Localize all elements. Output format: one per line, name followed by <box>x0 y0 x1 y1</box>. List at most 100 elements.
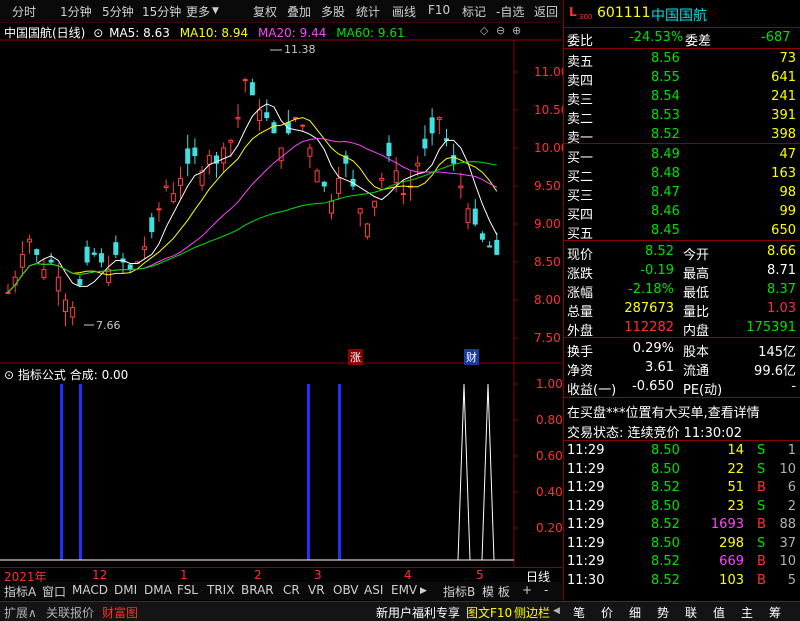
more-dropdown-icon[interactable]: ▼ <box>212 6 219 16</box>
wealth-chart-button[interactable]: 财富图 <box>102 604 138 621</box>
kline-chart-area[interactable]: 中国国航(日线) ⊙ MA5: 8.63 MA10: 8.94 MA20: 9.… <box>0 22 568 568</box>
ask-row[interactable]: 卖二 8.53 391 <box>563 107 800 127</box>
statistics-button[interactable]: 统计 <box>356 3 380 20</box>
tab-dmi[interactable]: DMI <box>114 583 137 597</box>
candle-body <box>178 177 184 186</box>
candle-body <box>321 181 327 187</box>
overlay-button[interactable]: 叠加 <box>287 3 311 20</box>
l-badge-icon: L <box>569 5 577 19</box>
price-tick: 8.50 <box>534 255 561 269</box>
tick-detail-button[interactable]: 笔 <box>573 604 585 621</box>
bid-row[interactable]: 买五 8.45 650 <box>563 222 800 242</box>
indicator-tick: 0.20 <box>536 521 563 535</box>
tab-cr[interactable]: CR <box>283 583 300 597</box>
candle-body <box>142 246 148 250</box>
tick-row: 11:29 8.52 669 B 10 <box>567 554 796 569</box>
value-button[interactable]: 值 <box>713 604 725 621</box>
main-force-button[interactable]: 主 <box>741 604 753 621</box>
mark-button[interactable]: 标记 <box>462 3 486 20</box>
quote-stat-row: 涨幅 -2.18% 最低 8.37 <box>567 282 796 301</box>
tick-row: 11:29 8.52 1693 B 88 <box>567 517 796 532</box>
indicator-signal-line <box>457 383 471 561</box>
f10-text-button[interactable]: 图文F10 <box>466 604 512 621</box>
candle-body <box>113 242 119 255</box>
tab-asi[interactable]: ASI <box>364 583 383 597</box>
order-ratio-row: 委比 -24.53% 委差 -687 <box>567 30 791 49</box>
trend-button[interactable]: 势 <box>657 604 669 621</box>
ask-row[interactable]: 卖四 8.55 641 <box>563 69 800 89</box>
zoom-out-button[interactable]: - <box>544 583 548 597</box>
sidebar-button[interactable]: 侧边栏 <box>514 604 550 621</box>
multi-stock-button[interactable]: 多股 <box>321 3 345 20</box>
related-quote-button[interactable]: 关联报价 <box>46 604 94 621</box>
f10-button[interactable]: F10 <box>428 3 450 17</box>
ask-row[interactable]: 卖五 8.56 73 <box>563 50 800 70</box>
tab-5min[interactable]: 5分钟 <box>102 3 134 20</box>
expand-button[interactable]: 扩展∧ <box>4 604 37 621</box>
candle-body <box>372 200 378 208</box>
sidebar-arrow-icon[interactable]: ◀ <box>553 606 560 616</box>
bid-row[interactable]: 买四 8.46 99 <box>563 203 800 223</box>
ask-row[interactable]: 卖三 8.54 241 <box>563 88 800 108</box>
candle-body <box>27 238 33 243</box>
bid-row[interactable]: 买一 8.49 47 <box>563 146 800 166</box>
ask-row[interactable]: 卖一 8.52 398 <box>563 126 800 146</box>
new-user-benefit-link[interactable]: 新用户福利专享 <box>376 604 460 621</box>
candle-body <box>386 142 392 157</box>
low-price-label: 7.66 <box>96 319 121 332</box>
chip-button[interactable]: 筹 <box>769 604 781 621</box>
candle-body <box>472 208 478 225</box>
back-button[interactable]: 返回 <box>534 3 558 20</box>
tab-fsl[interactable]: FSL <box>177 583 198 597</box>
candle-body <box>41 269 47 279</box>
price-button[interactable]: 价 <box>601 604 613 621</box>
candle-body <box>77 279 83 286</box>
candle-body <box>336 177 342 194</box>
indicator-collapse-icon[interactable]: ⊙ <box>4 368 14 382</box>
tab-macd[interactable]: MACD <box>72 583 108 597</box>
tab-dma[interactable]: DMA <box>144 583 172 597</box>
indicator-tick: 0.60 <box>536 449 563 463</box>
detail-button[interactable]: 细 <box>629 604 641 621</box>
tick-row: 11:29 8.50 23 S 2 <box>567 498 796 514</box>
candle-body <box>185 148 191 164</box>
tab-arrow-icon[interactable]: ▶ <box>420 586 427 596</box>
tab-emv[interactable]: EMV <box>391 583 417 597</box>
restore-rights-button[interactable]: 复权 <box>253 3 277 20</box>
tab-indicator-b[interactable]: 指标B <box>443 583 475 600</box>
tab-15min[interactable]: 15分钟 <box>142 3 181 20</box>
tab-indicator-a[interactable]: 指标A <box>4 583 36 600</box>
candle-body <box>400 193 406 196</box>
candle-body <box>393 170 399 183</box>
tab-window[interactable]: 窗口 <box>42 583 66 600</box>
tab-1min[interactable]: 1分钟 <box>60 3 92 20</box>
period-toolbar: 分时 1分钟 5分钟 15分钟 更多 ▼ 复权 叠加 多股 统计 画线 F10 … <box>0 0 562 23</box>
candle-body <box>458 185 464 189</box>
indicator-signal-bar <box>338 384 341 560</box>
quote-stat-row: 现价 8.52 今开 8.66 <box>567 244 796 263</box>
zoom-in-button[interactable]: + <box>522 583 532 597</box>
candle-body <box>98 253 104 263</box>
tab-vr[interactable]: VR <box>308 583 325 597</box>
indicator-title: 指标公式 合成: 0.00 <box>17 368 129 382</box>
candle-body <box>19 253 25 268</box>
finance-marker[interactable]: 财 <box>464 349 479 365</box>
big-order-notice[interactable]: 在买盘***位置有大买单,查看详情 <box>563 401 800 421</box>
candle-body <box>228 139 234 143</box>
tab-more[interactable]: 更多 <box>186 3 210 20</box>
link-button[interactable]: 联 <box>685 604 697 621</box>
tab-brar[interactable]: BRAR <box>241 583 274 597</box>
bid-row[interactable]: 买二 8.48 163 <box>563 165 800 185</box>
draw-line-button[interactable]: 画线 <box>392 3 416 20</box>
candle-body <box>221 147 227 164</box>
candle-body <box>149 217 155 233</box>
indicator-tick: 1.00 <box>536 377 563 391</box>
limit-up-marker[interactable]: 涨 <box>348 349 363 365</box>
tab-intraday[interactable]: 分时 <box>12 3 36 20</box>
bid-row[interactable]: 买三 8.47 98 <box>563 184 800 204</box>
candle-body <box>163 185 169 188</box>
tab-template[interactable]: 模 板 <box>482 583 510 600</box>
remove-watchlist-button[interactable]: -自选 <box>496 3 524 20</box>
tab-trix[interactable]: TRIX <box>207 583 234 597</box>
tab-obv[interactable]: OBV <box>333 583 359 597</box>
